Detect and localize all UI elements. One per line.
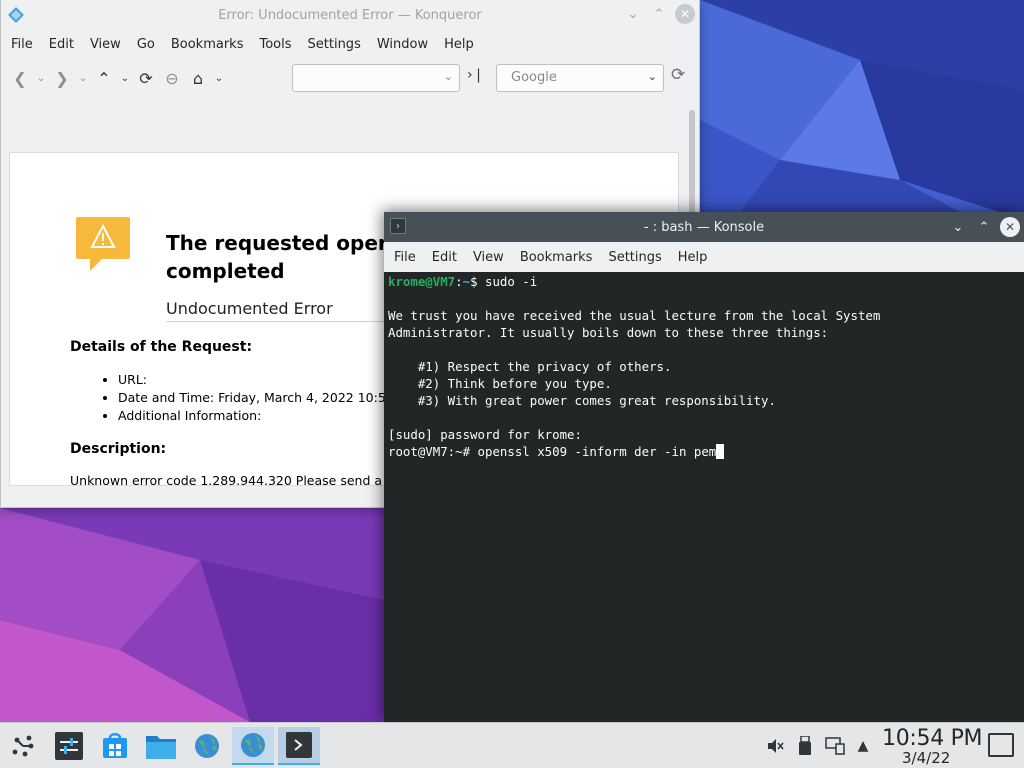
menu-settings[interactable]: Settings — [600, 250, 669, 265]
discover-store-icon[interactable] — [96, 727, 134, 765]
forward-icon[interactable]: ❯ — [49, 65, 75, 91]
prompt-separator: : — [455, 274, 463, 289]
stop-icon[interactable]: ⊖ — [159, 65, 185, 91]
details-heading: Details of the Request: — [70, 339, 253, 355]
terminal-line: #1) Respect the privacy of others. — [388, 359, 672, 374]
search-input[interactable]: Google ⌄ — [496, 64, 664, 92]
root-command: openssl x509 -inform der -in pem — [477, 444, 717, 459]
warning-icon — [76, 217, 130, 271]
prompt-path: ~ — [462, 274, 471, 289]
menu-window[interactable]: Window — [369, 37, 436, 52]
konsole-titlebar[interactable]: › - : bash — Konsole ⌄ ⌃ ✕ — [384, 212, 1024, 242]
error-subtitle: Undocumented Error — [166, 299, 333, 318]
reload-icon[interactable]: ⟳ — [133, 65, 159, 91]
terminal-line: We trust you have received the usual lec… — [388, 308, 881, 323]
maximize-icon[interactable]: ⌃ — [974, 217, 994, 237]
konsole-window-title: - : bash — Konsole — [643, 219, 765, 235]
konsole-app-icon[interactable]: › — [390, 218, 406, 234]
taskbar: ▲ 10:54 PM 3/4/22 — [0, 722, 1024, 768]
konqueror-window-task[interactable] — [232, 727, 274, 765]
close-icon[interactable]: ✕ — [1000, 217, 1020, 237]
up-history-chevron-icon[interactable]: ⌄ — [117, 65, 133, 91]
menu-file[interactable]: File — [386, 250, 424, 265]
description-heading: Description: — [70, 441, 167, 457]
show-desktop-icon[interactable] — [988, 733, 1014, 757]
description-text: Unknown error code 1.289.944.320 Please … — [70, 473, 402, 486]
clock-date[interactable]: 3/4/22 — [902, 749, 950, 767]
konsole-window-task[interactable] — [278, 727, 320, 765]
app-launcher-icon[interactable] — [4, 727, 42, 765]
back-history-chevron-icon[interactable]: ⌄ — [33, 65, 49, 91]
search-engine-label: Google — [511, 70, 557, 85]
home-chevron-icon[interactable]: ⌄ — [211, 65, 227, 91]
details-list: URL: Date and Time: Friday, March 4, 202… — [102, 371, 406, 425]
prompt-user: krome@VM7 — [388, 274, 456, 289]
up-icon[interactable]: ⌃ — [91, 65, 117, 91]
usb-device-icon[interactable] — [794, 735, 816, 757]
detail-item-datetime: Date and Time: Friday, March 4, 2022 10:… — [118, 389, 406, 407]
terminal-line: root@VM7:~# openssl x509 -inform der -in… — [388, 443, 1024, 460]
system-settings-icon[interactable] — [50, 727, 88, 765]
menu-tools[interactable]: Tools — [251, 37, 299, 52]
prompt-symbol: $ — [470, 274, 485, 289]
terminal-output[interactable]: krome@VM7:~$ sudo -i We trust you have r… — [384, 272, 1024, 722]
menu-settings[interactable]: Settings — [300, 37, 369, 52]
url-input[interactable]: ⌄ — [292, 64, 460, 92]
home-icon[interactable]: ⌂ — [185, 65, 211, 91]
menu-view[interactable]: View — [82, 37, 129, 52]
clock-time[interactable]: 10:54 PM — [882, 726, 983, 751]
root-prompt: root@VM7:~# — [388, 444, 478, 459]
menu-bookmarks[interactable]: Bookmarks — [512, 250, 601, 265]
minimize-icon[interactable]: ⌄ — [948, 217, 968, 237]
forward-history-chevron-icon[interactable]: ⌄ — [75, 65, 91, 91]
konsole-window[interactable]: › - : bash — Konsole ⌄ ⌃ ✕ File Edit Vie… — [384, 212, 1024, 722]
volume-muted-icon[interactable] — [764, 735, 786, 757]
konsole-menubar: File Edit View Bookmarks Settings Help — [384, 242, 1024, 272]
menu-help[interactable]: Help — [436, 37, 482, 52]
close-icon[interactable]: ✕ — [675, 4, 695, 24]
menu-edit[interactable]: Edit — [41, 37, 82, 52]
detail-item-url: URL: — [118, 371, 406, 389]
konqueror-menubar: File Edit View Go Bookmarks Tools Settin… — [1, 30, 699, 58]
url-dropdown-icon[interactable]: ⌄ — [444, 70, 453, 83]
terminal-line: [sudo] password for krome: — [388, 427, 582, 442]
terminal-line: #3) With great power comes great respons… — [388, 393, 776, 408]
terminal-line: Administrator. It usually boils down to … — [388, 325, 829, 340]
menu-help[interactable]: Help — [670, 250, 716, 265]
maximize-icon[interactable]: ⌃ — [649, 4, 669, 24]
konqueror-titlebar[interactable]: Error: Undocumented Error — Konqueror ⌄ … — [1, 0, 699, 30]
konqueror-task-icon[interactable] — [188, 727, 226, 765]
user-command: sudo -i — [485, 274, 538, 289]
konqueror-app-icon[interactable] — [7, 6, 25, 24]
search-dropdown-icon[interactable]: ⌄ — [648, 70, 657, 83]
refresh-icon[interactable]: ⟳ — [671, 65, 685, 85]
konqueror-toolbar: ❮ ⌄ ❯ ⌄ ⌃ ⌄ ⟳ ⊖ ⌂ ⌄ ⌄ ›❘ Google ⌄ ⟳ — [1, 58, 699, 98]
back-icon[interactable]: ❮ — [7, 65, 33, 91]
minimize-icon[interactable]: ⌄ — [623, 4, 643, 24]
network-wired-icon[interactable] — [824, 735, 846, 757]
file-manager-icon[interactable] — [142, 727, 180, 765]
menu-go[interactable]: Go — [129, 37, 163, 52]
terminal-line: #2) Think before you type. — [388, 376, 612, 391]
terminal-cursor — [716, 444, 725, 459]
menu-bookmarks[interactable]: Bookmarks — [163, 37, 252, 52]
terminal-line: krome@VM7:~$ sudo -i — [388, 273, 1024, 290]
konqueror-window-title: Error: Undocumented Error — Konqueror — [218, 7, 482, 23]
detail-item-additional-info: Additional Information: — [118, 407, 406, 425]
menu-file[interactable]: File — [3, 37, 41, 52]
menu-edit[interactable]: Edit — [424, 250, 465, 265]
tray-expand-icon[interactable]: ▲ — [852, 735, 874, 757]
menu-view[interactable]: View — [465, 250, 512, 265]
go-url-icon[interactable]: ›❘ — [467, 67, 484, 83]
